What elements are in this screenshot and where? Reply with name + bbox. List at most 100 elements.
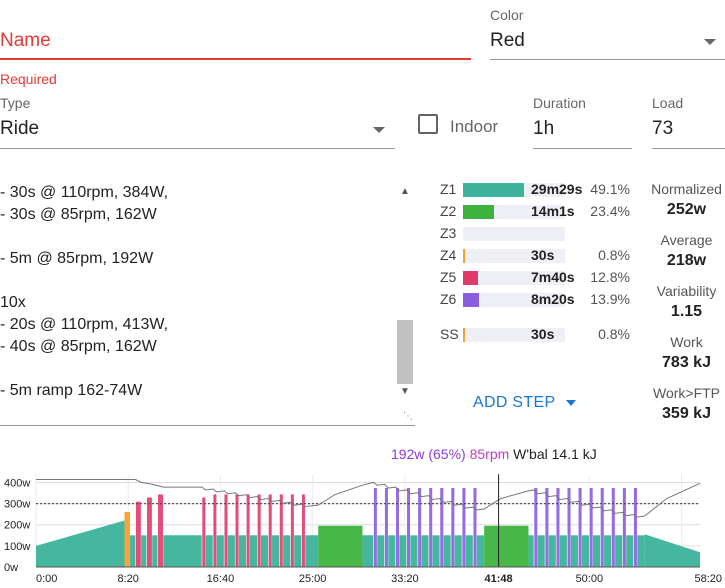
workout-editor-underline <box>0 425 415 426</box>
load-input[interactable]: 73 <box>652 118 673 140</box>
zone-label: Z3 <box>440 225 457 241</box>
workout-line: - 20s @ 110rpm, 413W, <box>0 316 169 333</box>
power-segment-z2 <box>484 525 529 567</box>
color-select[interactable]: Red <box>490 30 525 52</box>
workout-line: - 40s @ 85rpm, 162W <box>0 338 157 355</box>
stat-value: 1.15 <box>670 303 703 320</box>
power-segment-z1 <box>141 535 147 567</box>
power-segment-z6 <box>633 487 638 568</box>
duration-label: Duration <box>533 95 586 111</box>
power-segment-z1 <box>388 535 396 567</box>
power-segment-z1 <box>454 535 463 567</box>
zone-label: Z4 <box>440 247 457 263</box>
x-tick-label: 16:40 <box>207 573 235 585</box>
zone-time: 30s <box>531 247 555 263</box>
power-segment-z6 <box>622 487 627 568</box>
x-tick-label: 50:00 <box>576 573 604 585</box>
stat-value: 252w <box>666 201 707 218</box>
power-segment-z5 <box>201 496 206 568</box>
power-segment-z1 <box>570 535 579 567</box>
color-dropdown-caret-icon[interactable] <box>704 39 716 45</box>
power-segment-z1 <box>644 534 700 567</box>
zone-time: 14m1s <box>531 203 575 219</box>
power-segment-z1 <box>216 535 225 567</box>
power-segment-z6 <box>555 487 561 568</box>
stat-label: Average <box>660 232 713 248</box>
zone-label: Z5 <box>440 269 457 285</box>
workout-line <box>0 226 395 248</box>
power-segment-z5 <box>257 493 262 568</box>
zone-bar-fill <box>463 183 524 197</box>
x-tick-label: 25:00 <box>299 573 327 585</box>
power-segment-z5 <box>234 493 240 568</box>
zone-label: Z6 <box>440 291 457 307</box>
power-segment-z6 <box>384 487 389 568</box>
power-segment-z1 <box>581 535 590 567</box>
zone-percent: 0.8% <box>598 247 630 263</box>
zone-bar-fill <box>463 293 479 307</box>
power-segment-z6 <box>533 487 538 568</box>
power-segment-z4 <box>124 512 131 567</box>
power-segment-z1 <box>410 535 418 567</box>
stat-label: Normalized <box>651 181 722 197</box>
zone-percent: 13.9% <box>590 291 630 307</box>
zone-percent: 23.4% <box>590 203 630 219</box>
type-label: Type <box>0 95 31 111</box>
stat-label: Work>FTP <box>652 385 721 401</box>
power-segment-z1 <box>362 535 374 567</box>
power-segment-z1 <box>260 535 269 567</box>
stat-label: Work <box>670 334 703 350</box>
power-segment-z1 <box>528 535 534 567</box>
zone-time: 7m40s <box>531 269 575 285</box>
zone-percent: 12.8% <box>590 269 630 285</box>
workout-power-chart[interactable]: 0w 100w 200w 300w 400w 0:00 8:20 16:40 25:00 33:2… <box>0 466 725 588</box>
zone-bar-fill <box>463 328 465 342</box>
add-step-button[interactable]: ADD STEP <box>473 394 576 412</box>
power-segment-z1 <box>637 535 645 567</box>
workout-text-lines: - 30s @ 110rpm, 384W, - 30s @ 85rpm, 162W… <box>0 182 395 402</box>
stat-value: 218w <box>666 252 707 269</box>
indoor-label: Indoor <box>450 117 499 136</box>
scrollbar-thumb[interactable] <box>397 320 413 384</box>
power-segment-z6 <box>417 487 422 568</box>
power-segment-z1 <box>130 535 136 567</box>
power-segment-z1 <box>465 535 474 567</box>
type-select[interactable]: Ride <box>0 118 39 140</box>
workout-editor[interactable]: - 30s @ 110rpm, 384W, - 30s @ 85rpm, 162W… <box>0 182 395 422</box>
color-label: Color <box>490 7 524 23</box>
zone-label: SS <box>440 326 459 342</box>
chart-header-wbal: W'bal 14.1 kJ <box>513 446 597 462</box>
duration-input[interactable]: 1h <box>533 118 554 140</box>
zone-label: Z1 <box>440 181 457 197</box>
power-segment-z1 <box>615 535 623 567</box>
power-segment-z6 <box>472 487 478 568</box>
power-segment-z2 <box>318 525 363 567</box>
type-underline <box>0 148 395 149</box>
zone-time: 30s <box>531 326 555 342</box>
zone-bar-fill <box>463 249 465 263</box>
power-segment-z1 <box>36 520 125 567</box>
x-tick-label: 58:20 <box>694 573 722 585</box>
power-segment-z1 <box>305 535 319 567</box>
zone-percent: 49.1% <box>590 181 630 197</box>
indoor-checkbox[interactable] <box>418 114 438 134</box>
power-segment-z6 <box>373 487 378 568</box>
power-segment-z5 <box>223 493 229 568</box>
power-segment-z1 <box>432 535 440 567</box>
power-segment-z6 <box>428 487 433 568</box>
type-dropdown-caret-icon[interactable] <box>373 127 385 133</box>
name-input[interactable]: Name <box>0 30 51 52</box>
color-underline <box>490 59 725 60</box>
zone-percent: 0.8% <box>598 326 630 342</box>
workout-line <box>0 358 395 380</box>
chart-header-cadence: 85rpm <box>469 446 510 462</box>
power-segment-z1 <box>399 535 407 567</box>
power-segment-z5 <box>157 493 164 568</box>
load-underline <box>652 148 725 149</box>
power-segment-z1 <box>152 535 158 567</box>
zone-bar-fill <box>463 205 494 219</box>
scroll-down-icon[interactable]: ▼ <box>397 384 413 400</box>
scroll-up-icon[interactable]: ▲ <box>397 184 413 200</box>
resize-handle-icon[interactable]: ⋱ <box>403 411 413 422</box>
x-tick-label: 41:48 <box>485 573 513 585</box>
